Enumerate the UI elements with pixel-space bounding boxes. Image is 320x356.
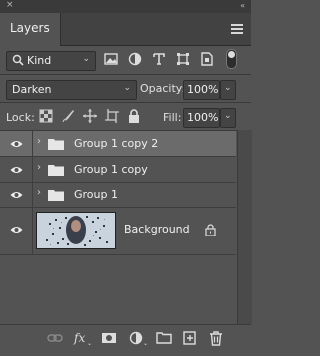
fill-value: 100% xyxy=(187,111,219,124)
divider xyxy=(0,102,251,103)
blend-mode-select[interactable]: Darken ⌄ xyxy=(6,80,137,100)
visibility-toggle[interactable] xyxy=(0,131,33,156)
fill-label: Fill: xyxy=(163,111,182,124)
layer-row-group-1-copy-2[interactable]: › Group 1 copy 2 xyxy=(0,131,236,157)
eye-icon xyxy=(10,167,23,173)
tab-bar: Layers xyxy=(0,13,251,46)
layers-panel: × « Layers Kind ⌄ Darken ⌄ Opacity: 100%… xyxy=(0,0,252,356)
opacity-input[interactable]: 100% xyxy=(183,80,220,100)
lock-artboard-icon[interactable] xyxy=(104,108,120,124)
add-mask-icon[interactable] xyxy=(101,330,117,346)
eye-icon xyxy=(10,141,23,147)
new-layer-icon[interactable] xyxy=(182,330,198,346)
visibility-toggle[interactable] xyxy=(0,157,33,182)
visibility-toggle[interactable] xyxy=(0,206,33,254)
smart-object-filter-icon[interactable] xyxy=(199,51,215,67)
image-filter-icon[interactable] xyxy=(103,51,119,67)
shape-filter-icon[interactable] xyxy=(175,51,191,67)
expand-group-chevron-icon[interactable]: › xyxy=(37,162,41,173)
lock-icon xyxy=(205,224,216,236)
filter-kind-select[interactable]: Kind ⌄ xyxy=(6,51,96,71)
type-filter-icon[interactable] xyxy=(151,51,167,67)
layers-scrollbar[interactable] xyxy=(237,130,252,324)
opacity-dropdown-button[interactable]: ⌄ xyxy=(220,80,236,100)
divider xyxy=(0,74,251,75)
svg-text:⌄: ⌄ xyxy=(87,340,91,346)
layer-row-group-1-copy[interactable]: › Group 1 copy xyxy=(0,157,236,183)
tab-layers[interactable]: Layers xyxy=(0,13,61,46)
panel-menu-icon[interactable] xyxy=(231,24,243,34)
lock-all-icon[interactable] xyxy=(126,108,142,124)
expand-group-chevron-icon[interactable]: › xyxy=(37,136,41,147)
fill-dropdown-button[interactable]: ⌄ xyxy=(220,108,236,128)
chevron-down-icon: ⌄ xyxy=(224,111,232,121)
opacity-value: 100% xyxy=(187,83,219,96)
filter-toggle-switch[interactable] xyxy=(226,49,237,69)
eye-icon xyxy=(10,192,23,198)
adjustment-layer-icon[interactable]: ⌄ xyxy=(129,330,149,346)
layer-name: Group 1 copy 2 xyxy=(74,137,159,150)
folder-icon xyxy=(48,165,64,176)
chevron-down-icon: ⌄ xyxy=(123,83,131,93)
svg-text:⌄: ⌄ xyxy=(143,340,148,346)
visibility-toggle[interactable] xyxy=(0,182,33,207)
layer-thumbnail xyxy=(36,212,116,249)
fill-input[interactable]: 100% xyxy=(183,108,220,128)
link-layers-icon[interactable] xyxy=(47,330,63,346)
lock-label: Lock: xyxy=(6,111,35,124)
expand-group-chevron-icon[interactable]: › xyxy=(37,187,41,198)
layer-row-group-1[interactable]: › Group 1 xyxy=(0,182,236,208)
collapse-panel-button[interactable]: « xyxy=(240,1,245,10)
search-icon xyxy=(12,54,24,66)
layer-name: Group 1 xyxy=(74,188,118,201)
delete-layer-icon[interactable] xyxy=(208,330,224,346)
tab-layers-label: Layers xyxy=(10,21,50,35)
chevron-down-icon: ⌄ xyxy=(82,54,90,64)
lock-image-pixels-icon[interactable] xyxy=(60,108,76,124)
layer-row-background[interactable]: Background xyxy=(0,206,236,255)
new-group-icon[interactable] xyxy=(156,330,172,346)
panel-title-bar: × « xyxy=(0,0,251,13)
folder-icon xyxy=(48,139,64,150)
dispersion-portrait-thumbnail xyxy=(37,213,115,248)
layer-name: Group 1 copy xyxy=(74,163,148,176)
blend-mode-value: Darken xyxy=(12,83,52,96)
folder-icon xyxy=(48,190,64,201)
eye-icon xyxy=(10,227,23,233)
layer-name: Background xyxy=(124,223,190,236)
adjustment-filter-icon[interactable] xyxy=(127,51,143,67)
close-panel-button[interactable]: × xyxy=(6,0,14,10)
filter-kind-label: Kind xyxy=(27,54,52,67)
chevron-down-icon: ⌄ xyxy=(224,83,232,93)
opacity-label: Opacity: xyxy=(140,82,186,95)
fx-icon[interactable]: fx ⌄ xyxy=(73,330,91,346)
lock-transparent-pixels-icon[interactable] xyxy=(38,108,54,124)
svg-text:fx: fx xyxy=(73,331,85,345)
lock-position-icon[interactable] xyxy=(82,108,98,124)
